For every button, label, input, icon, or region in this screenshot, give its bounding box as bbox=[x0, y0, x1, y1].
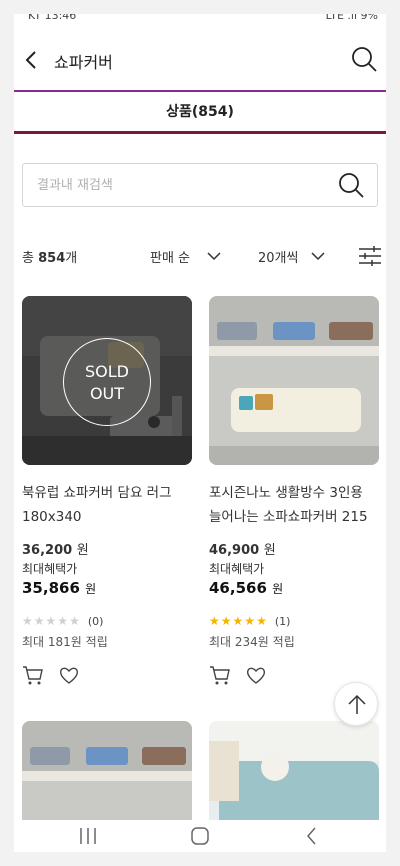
filter-bar: 총 854개 판매 순 20개씩 bbox=[22, 244, 382, 268]
chevron-left-icon bbox=[25, 51, 36, 69]
cart-button[interactable] bbox=[22, 664, 44, 686]
card-actions bbox=[22, 664, 192, 686]
back-icon bbox=[307, 827, 316, 845]
benefit-price: 46,566 원 bbox=[209, 579, 379, 597]
sort-label: 판매 순 bbox=[150, 250, 191, 266]
product-card[interactable]: 포시즌나노 생활방수 3인용 늘어나는 소파쇼파커버 215 46,900 원 … bbox=[209, 296, 379, 686]
home-button[interactable] bbox=[188, 824, 212, 848]
system-nav-bar bbox=[14, 820, 386, 852]
reward-points: 최대 234원 적립 bbox=[209, 635, 295, 649]
product-price: 46,900 원 bbox=[209, 539, 379, 558]
product-name-line1: 포시즌나노 생활방수 3인용 bbox=[209, 485, 363, 501]
chevron-down-icon bbox=[311, 252, 325, 261]
product-photo bbox=[209, 296, 379, 465]
star-icon: ★ bbox=[209, 614, 220, 628]
system-back-button[interactable] bbox=[300, 824, 324, 848]
research-input[interactable] bbox=[37, 174, 317, 196]
tab-products[interactable]: 상품(854) bbox=[14, 101, 386, 121]
header-search-button[interactable] bbox=[348, 44, 380, 76]
star-icon: ★ bbox=[57, 614, 69, 628]
heart-icon bbox=[60, 667, 78, 684]
result-count: 총 854개 bbox=[22, 247, 77, 266]
benefit-price-unit: 원 bbox=[272, 582, 284, 596]
sliders-icon bbox=[359, 246, 381, 266]
product-price: 36,200 원 bbox=[22, 539, 192, 558]
rating: ★ ★ ★ ★ ★ (1) bbox=[209, 613, 379, 629]
count-suffix: 개 bbox=[65, 251, 78, 266]
benefit-price-unit: 원 bbox=[85, 582, 97, 596]
home-icon bbox=[191, 827, 209, 845]
benefit-label: 최대혜택가 bbox=[22, 562, 78, 576]
chevron-down-icon bbox=[207, 252, 221, 261]
sold-out-line2: OUT bbox=[89, 384, 125, 403]
research-search-button[interactable] bbox=[335, 170, 367, 202]
app-frame: KT 13:46 LTE .ıl 9% 쇼파커버 상품(854) 총 854개 … bbox=[14, 14, 386, 852]
benefit-price-value: 46,566 bbox=[209, 579, 267, 597]
cart-button[interactable] bbox=[209, 664, 231, 686]
star-rating: ★ ★ ★ ★ ★ bbox=[22, 615, 80, 627]
benefit-label: 최대혜택가 bbox=[209, 562, 265, 576]
star-icon: ★ bbox=[33, 614, 45, 628]
recent-apps-button[interactable] bbox=[76, 824, 100, 848]
status-indicators: LTE .ıl 9% bbox=[325, 14, 378, 22]
cart-icon bbox=[23, 666, 43, 685]
price-unit: 원 bbox=[76, 543, 89, 558]
benefit-price-value: 35,866 bbox=[22, 579, 80, 597]
rating: ★ ★ ★ ★ ★ (0) bbox=[22, 613, 192, 629]
product-name-line2: 180x340 bbox=[22, 509, 82, 525]
status-bar: KT 13:46 LTE .ıl 9% bbox=[14, 14, 386, 26]
price-value: 36,200 bbox=[22, 543, 73, 558]
search-icon bbox=[339, 173, 364, 198]
cart-icon bbox=[210, 666, 230, 685]
price-value: 46,900 bbox=[209, 543, 260, 558]
status-carrier: KT 13:46 bbox=[28, 14, 77, 22]
page-size-select[interactable]: 20개씩 bbox=[258, 244, 326, 268]
product-name[interactable]: 포시즌나노 생활방수 3인용 늘어나는 소파쇼파커버 215 bbox=[209, 481, 379, 529]
wishlist-button[interactable] bbox=[245, 664, 267, 686]
star-icon: ★ bbox=[22, 614, 33, 628]
star-icon: ★ bbox=[69, 614, 80, 628]
recent-apps-icon bbox=[80, 828, 96, 844]
star-icon: ★ bbox=[256, 614, 267, 628]
star-icon: ★ bbox=[220, 614, 232, 628]
tab-bar: 상품(854) bbox=[14, 90, 386, 134]
product-name[interactable]: 북유럽 쇼파커버 담요 러그 180x340 bbox=[22, 481, 192, 529]
wishlist-button[interactable] bbox=[58, 664, 80, 686]
product-image[interactable] bbox=[209, 296, 379, 465]
filter-button[interactable] bbox=[358, 244, 382, 268]
arrow-up-icon bbox=[348, 694, 366, 714]
benefit-price: 35,866 원 bbox=[22, 579, 192, 597]
heart-icon bbox=[247, 667, 265, 684]
star-icon: ★ bbox=[232, 614, 244, 628]
star-icon: ★ bbox=[45, 614, 57, 628]
back-button[interactable] bbox=[18, 46, 46, 74]
top-header: 쇼파커버 bbox=[14, 38, 386, 82]
page-title: 쇼파커버 bbox=[54, 53, 113, 72]
product-name-line2: 늘어나는 소파쇼파커버 215 bbox=[209, 509, 368, 525]
sold-out-badge: SOLD OUT bbox=[63, 338, 151, 426]
reward-points: 최대 181원 적립 bbox=[22, 635, 108, 649]
sold-out-line1: SOLD bbox=[85, 362, 129, 381]
count-prefix: 총 bbox=[22, 251, 34, 266]
research-box bbox=[22, 163, 378, 207]
price-unit: 원 bbox=[263, 543, 276, 558]
search-icon bbox=[352, 47, 377, 72]
count-value: 854 bbox=[38, 251, 66, 266]
scroll-top-button[interactable] bbox=[334, 682, 378, 726]
product-image[interactable]: SOLD OUT bbox=[22, 296, 192, 465]
product-name-line1: 북유럽 쇼파커버 담요 러그 bbox=[22, 485, 172, 501]
star-icon: ★ bbox=[244, 614, 256, 628]
review-count: (1) bbox=[274, 614, 291, 628]
star-rating: ★ ★ ★ ★ ★ bbox=[209, 615, 267, 627]
review-count: (0) bbox=[87, 614, 104, 628]
sort-select[interactable]: 판매 순 bbox=[150, 244, 222, 268]
page-size-label: 20개씩 bbox=[258, 250, 299, 266]
product-card[interactable]: SOLD OUT 북유럽 쇼파커버 담요 러그 180x340 36,200 원… bbox=[22, 296, 192, 686]
